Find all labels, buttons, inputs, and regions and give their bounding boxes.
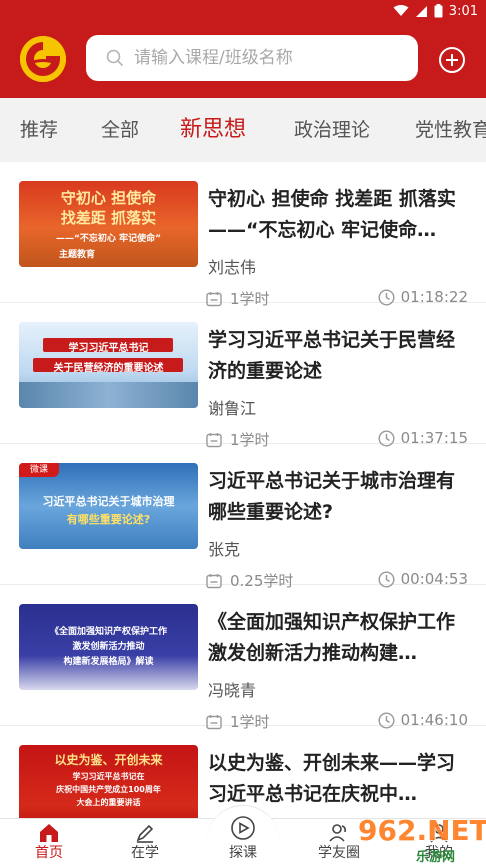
search-input[interactable] [134, 48, 394, 68]
nav-studying-label: 在学 [131, 845, 159, 861]
status-time: 3:01 [448, 3, 478, 19]
app-header [0, 22, 486, 98]
course-thumbnail: 微课 习近平总书记关于城市治理 有哪些重要论述? [19, 463, 198, 549]
micro-course-badge: 微课 [19, 463, 59, 477]
tab-all[interactable]: 全部 [101, 98, 139, 162]
thumb-text: 构建新发展格局》解读 [63, 657, 154, 667]
course-author: 冯晓青 [208, 681, 257, 700]
course-title: 《全面加强知识产权保护工作 激发创新活力推动构建… [208, 611, 456, 664]
thumb-text: 《全面加强知识产权保护工作 [49, 627, 167, 637]
thumb-text: 学习习近平总书记 [68, 343, 149, 354]
thumb-text: 找差距 抓落实 [60, 209, 157, 227]
thumb-text: 激发创新活力推动 [72, 642, 145, 652]
thumb-text: ——“不忘初心 牢记使命” [56, 234, 161, 244]
course-title: 习近平总书记关于城市治理有哪些重要论述? [208, 470, 456, 523]
category-tabs: 推荐 全部 新思想 政治理论 党性教育 [0, 98, 486, 162]
nav-explore-label: 探课 [229, 845, 257, 861]
search-icon [106, 49, 124, 67]
course-thumbnail: 学习习近平总书记 关于民营经济的重要论述 [19, 322, 198, 408]
search-bar[interactable] [86, 35, 418, 81]
course-author: 刘志伟 [208, 258, 257, 277]
thumb-skyline [19, 382, 198, 408]
status-bar: 3:01 [0, 0, 486, 22]
people-icon [329, 824, 346, 842]
course-thumbnail: 《全面加强知识产权保护工作 激发创新活力推动 构建新发展格局》解读 [19, 604, 198, 690]
watermark-sub: 乐游网 [416, 850, 456, 864]
course-author: 谢鲁江 [208, 399, 257, 418]
course-list: 守初心 担使命 找差距 抓落实 ——“不忘初心 牢记使命” 主题教育 守初心 担… [0, 162, 486, 818]
nav-home-label: 首页 [35, 845, 63, 861]
thumb-text: 以史为鉴、开创未来 [54, 753, 163, 767]
thumb-text: 关于民营经济的重要论述 [53, 363, 164, 374]
signal-icon [415, 5, 427, 17]
tab-political-theory[interactable]: 政治理论 [294, 98, 370, 162]
pencil-icon [136, 824, 154, 843]
add-circle-button[interactable] [438, 46, 466, 74]
course-item[interactable]: 微课 习近平总书记关于城市治理 有哪些重要论述? 习近平总书记关于城市治理有哪些… [0, 444, 486, 590]
thumb-text: 习近平总书记关于城市治理 [42, 495, 175, 508]
nav-explore[interactable]: 探课 [208, 816, 278, 864]
course-thumbnail: 以史为鉴、开创未来 学习习近平总书记在 庆祝中国共产党成立100周年 大会上的重… [19, 745, 198, 818]
thumb-text: 守初心 担使命 [60, 189, 157, 207]
thumb-text: 有哪些重要论述? [66, 513, 151, 526]
course-thumbnail: 守初心 担使命 找差距 抓落实 ——“不忘初心 牢记使命” 主题教育 [19, 181, 198, 267]
watermark-text: 962.NET [358, 814, 486, 847]
tab-recommend[interactable]: 推荐 [20, 98, 58, 162]
nav-studying[interactable]: 在学 [110, 819, 180, 864]
course-item[interactable]: 守初心 担使命 找差距 抓落实 ——“不忘初心 牢记使命” 主题教育 守初心 担… [0, 162, 486, 308]
thumb-text: 学习习近平总书记在 [72, 772, 145, 781]
course-author: 张克 [208, 540, 241, 559]
status-icons: 3:01 [393, 2, 478, 20]
course-title: 学习习近平总书记关于民营经济的重要论述 [208, 329, 456, 382]
tab-party-education[interactable]: 党性教育 [415, 98, 486, 162]
home-icon [40, 824, 58, 842]
tab-new-thought[interactable]: 新思想 [180, 98, 246, 162]
thumb-text: 主题教育 [59, 250, 96, 260]
course-title: 守初心 担使命 找差距 抓落实 ——“不忘初心 牢记使命… [208, 188, 456, 241]
party-logo-icon [20, 36, 66, 82]
wifi-icon [393, 5, 409, 16]
thumb-text: 庆祝中国共产党成立100周年 [56, 785, 161, 794]
site-watermark: 962.NET 乐游网 [358, 808, 486, 864]
course-item[interactable]: 《全面加强知识产权保护工作 激发创新活力推动 构建新发展格局》解读 《全面加强知… [0, 585, 486, 731]
course-item[interactable]: 学习习近平总书记 关于民营经济的重要论述 学习习近平总书记关于民营经济的重要论述… [0, 303, 486, 449]
thumb-text: 大会上的重要讲话 [76, 798, 141, 807]
nav-home[interactable]: 首页 [14, 819, 84, 864]
course-title: 以史为鉴、开创未来——学习习近平总书记在庆祝中… [208, 752, 456, 805]
play-circle-icon [231, 816, 255, 840]
battery-icon [434, 4, 443, 18]
